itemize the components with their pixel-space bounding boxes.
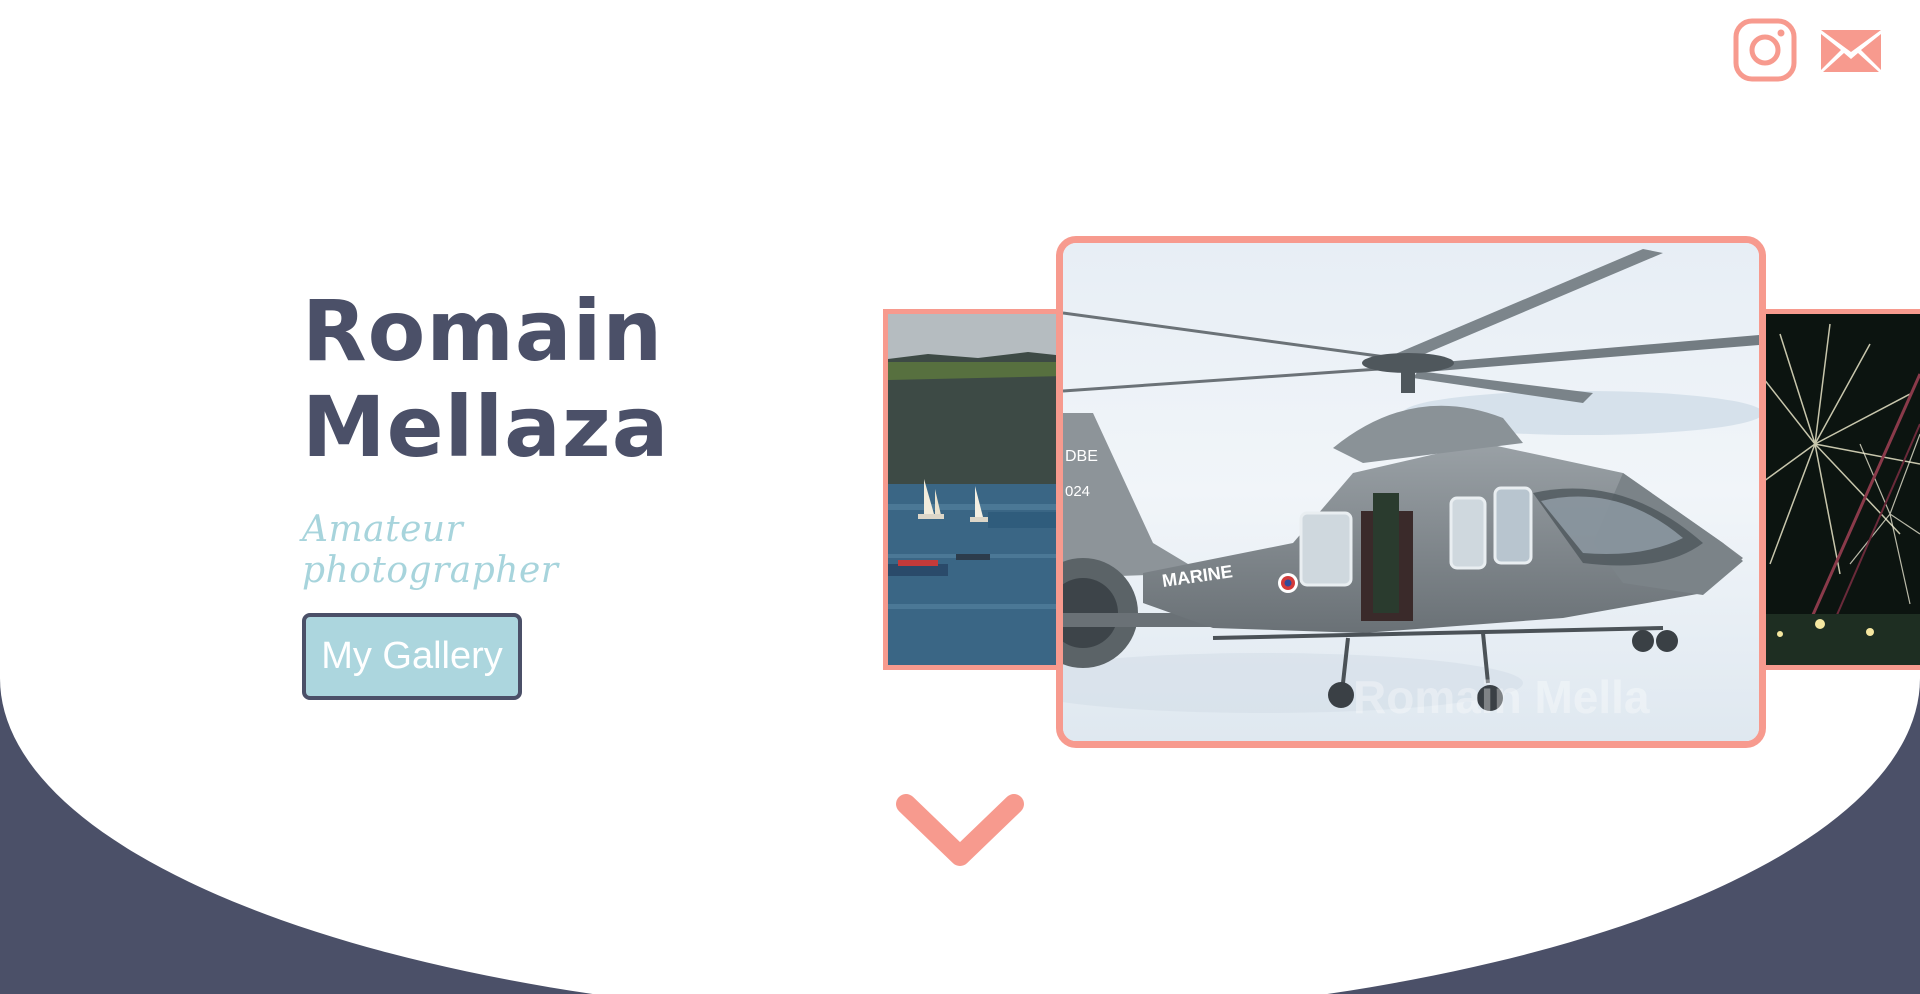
tail-code-top: DBE: [1065, 448, 1098, 465]
photographer-name: Romain Mellaza: [302, 283, 722, 475]
photo-watermark: Romain Mella: [1353, 671, 1650, 723]
photo-carousel: DBE 024 MARINE Romain Mella: [883, 236, 1920, 748]
fireworks-photo: [1760, 314, 1920, 665]
mail-icon: [1821, 30, 1881, 72]
email-link[interactable]: [1819, 26, 1883, 78]
carousel-slide-current[interactable]: DBE 024 MARINE Romain Mella: [1056, 236, 1766, 748]
scroll-down-button[interactable]: [894, 792, 1026, 872]
sailboats-photo: [888, 314, 1065, 665]
name-first: Romain: [302, 282, 664, 380]
carousel-slide-next[interactable]: [1760, 309, 1920, 670]
hero-content: Romain Mellaza Amateur photographer My G…: [0, 0, 1920, 994]
my-gallery-button[interactable]: My Gallery: [302, 613, 522, 700]
name-last: Mellaza: [302, 378, 670, 476]
tail-code-bottom: 024: [1065, 483, 1090, 500]
intro: Romain Mellaza Amateur photographer My G…: [302, 283, 722, 700]
social-links: [1733, 18, 1883, 86]
instagram-link[interactable]: [1733, 18, 1797, 86]
chevron-down-icon: [896, 794, 1024, 866]
carousel-slide-previous[interactable]: [883, 309, 1065, 670]
instagram-icon: [1733, 18, 1797, 82]
helicopter-photo: DBE 024 MARINE Romain Mella: [1063, 243, 1759, 741]
tagline: Amateur photographer: [302, 509, 559, 591]
page: Romain Mellaza Amateur photographer My G…: [0, 0, 1920, 994]
